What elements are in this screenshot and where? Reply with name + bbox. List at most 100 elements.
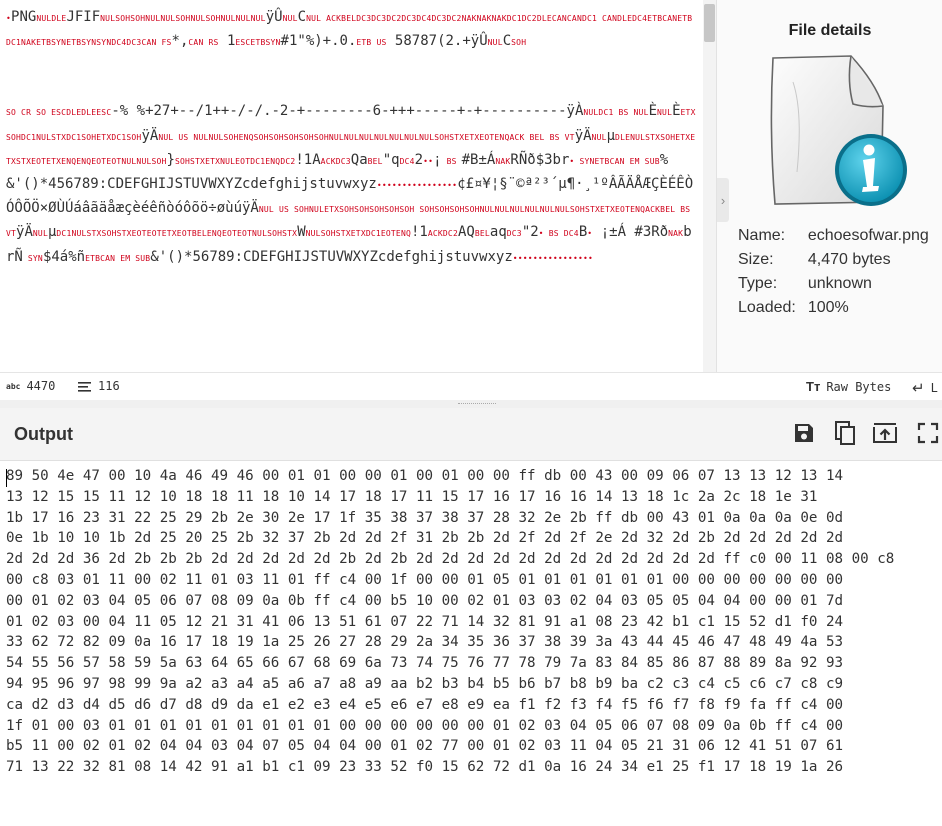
- detail-row-size: Size: 4,470 bytes: [738, 249, 941, 273]
- control-char-symbol: NUL: [282, 14, 298, 23]
- control-char-symbol: • BS DC4: [538, 229, 579, 239]
- control-char-symbol: NUL US SOHNULETXSOHSOHSOHSOHSOH SOHSOHSO…: [258, 205, 691, 215]
- control-char-symbol: BEL: [367, 156, 383, 166]
- input-text-segment: "q: [382, 151, 400, 168]
- input-text-segment: 2: [414, 151, 424, 168]
- control-char-symbol: NULSOHSTXETXDC1EOTENQ: [305, 229, 411, 239]
- input-pane[interactable]: •PNGNULDLEJFIFNULSOHSOHNULNULSOHNULSOHNU…: [0, 0, 716, 372]
- input-text-segment: PNG: [11, 9, 37, 25]
- input-text-segment: ÿÛ: [265, 9, 283, 25]
- control-char-symbol: NUL: [487, 38, 503, 48]
- output-hex-text[interactable]: 89 50 4e 47 00 10 4a 46 49 46 00 01 01 0…: [6, 466, 936, 778]
- input-length-value: 4470: [26, 379, 56, 393]
- control-char-symbol: SYN: [22, 253, 43, 263]
- detail-row-type: Type: unknown: [738, 273, 941, 297]
- input-text-segment: È: [672, 103, 681, 120]
- move-to-input-icon: [873, 423, 897, 443]
- collapse-details-button[interactable]: ›: [717, 178, 729, 222]
- input-text-segment: #1"%)+.0.: [280, 33, 357, 50]
- input-text-segment: Qa: [350, 151, 368, 168]
- copy-output-button[interactable]: [830, 418, 860, 448]
- text-format-icon: Tт: [806, 379, 821, 394]
- input-text-segment: !1A: [295, 151, 321, 168]
- control-char-symbol: ••: [423, 156, 434, 166]
- raw-bytes-label: Raw Bytes: [826, 379, 892, 394]
- control-char-symbol: NULDLE: [36, 14, 67, 23]
- eol-selector[interactable]: ↵ L: [912, 379, 938, 397]
- input-text-segment: }: [166, 151, 175, 168]
- return-arrow-icon: ↵: [912, 380, 925, 397]
- output-hex-line: 71 13 22 32 81 08 14 42 91 a1 b1 c1 09 2…: [6, 759, 844, 776]
- control-char-symbol: BEL: [474, 229, 490, 239]
- output-text-area[interactable]: 89 50 4e 47 00 10 4a 46 49 46 00 01 01 0…: [0, 461, 942, 826]
- input-text-segment: ÿÄ: [141, 127, 159, 144]
- input-text-segment: ÿÄ: [16, 224, 33, 241]
- detail-value: 4,470 bytes: [807, 251, 891, 268]
- input-status-bar: abc 4470 116 Tт Raw Bytes ↵ L: [0, 372, 942, 401]
- input-text-segment: !1: [411, 224, 428, 241]
- output-hex-line: b5 11 00 02 01 02 04 04 03 04 07 05 04 0…: [6, 738, 844, 755]
- detail-label: Loaded:: [738, 299, 796, 316]
- file-details-title: File details: [788, 22, 872, 39]
- control-char-symbol: NUL: [32, 229, 48, 239]
- control-char-symbol: NULSOHSOHNULNULSOHNULSOHNULNULNUL: [100, 14, 266, 23]
- control-char-symbol: ESCETBSYN: [235, 38, 281, 48]
- input-text-segment: W: [297, 224, 306, 241]
- input-text-segment: $4á%ñ: [42, 248, 86, 265]
- replace-input-button[interactable]: [870, 418, 900, 448]
- output-hex-line: 94 95 96 97 98 99 9a a2 a3 a4 a5 a6 a7 a…: [6, 675, 844, 692]
- input-text-segment: C: [502, 33, 512, 50]
- output-hex-line: ca d2 d3 d4 d5 d6 d7 d8 d9 da e1 e2 e3 e…: [6, 696, 844, 713]
- abc-icon: abc: [6, 381, 21, 391]
- output-hex-line: 89 50 4e 47 00 10 4a 46 49 46 00 01 01 0…: [6, 468, 844, 484]
- control-char-symbol: ETBCAN EM SUB: [85, 253, 151, 263]
- maximise-output-button[interactable]: [913, 418, 942, 448]
- input-text-segment: *,: [171, 33, 189, 50]
- detail-value: echoesofwar.png: [807, 227, 929, 244]
- input-text-segment: È: [648, 103, 658, 120]
- input-scrollbar-track[interactable]: [703, 0, 716, 372]
- output-hex-line: 2d 2d 2d 36 2d 2b 2b 2b 2d 2d 2d 2d 2d 2…: [6, 551, 895, 568]
- file-details-panel: › File details Name: echoesofwar.png Siz…: [716, 0, 942, 372]
- output-hex-line: 1b 17 16 23 31 22 25 29 2b 2e 30 2e 17 1…: [6, 509, 844, 526]
- control-char-symbol: SYNETBCAN EM SUB: [574, 156, 660, 166]
- fullscreen-icon: [917, 422, 939, 444]
- input-text-segment: RÑð$3br: [510, 151, 570, 168]
- input-scrollbar-thumb[interactable]: [704, 4, 715, 42]
- input-text-segment: -% %+27+--/1++-/-/.-2-+--------6-+++----…: [111, 103, 584, 120]
- output-hex-line: 01 02 03 00 04 11 05 12 21 31 41 06 13 5…: [6, 613, 844, 630]
- raw-bytes-toggle[interactable]: Tт Raw Bytes: [806, 379, 891, 394]
- control-char-symbol: NAK: [668, 229, 684, 239]
- output-header: Output: [0, 408, 942, 461]
- input-text-segment: JFIF: [66, 9, 101, 25]
- control-char-symbol: VT: [6, 229, 17, 239]
- output-title: Output: [14, 424, 73, 444]
- detail-row-loaded: Loaded: 100%: [738, 297, 941, 321]
- control-char-symbol: NULDC1 BS NUL: [583, 108, 649, 118]
- pane-resize-divider[interactable]: [0, 400, 942, 408]
- control-char-symbol: SOHSTXETXNULEOTDC1ENQDC2: [174, 156, 296, 166]
- save-output-button[interactable]: [789, 418, 819, 448]
- copy-icon: [835, 421, 855, 445]
- detail-value: unknown: [807, 275, 872, 292]
- control-char-symbol: VT: [559, 132, 575, 142]
- detail-label: Size:: [738, 251, 774, 268]
- control-char-symbol: ACKDC3: [320, 156, 351, 166]
- output-hex-line: 13 12 15 15 11 12 10 18 18 11 18 10 14 1…: [6, 488, 818, 505]
- input-lines-stat: 116: [78, 379, 120, 393]
- control-char-symbol: SO CR SO ESCDLEDLEESC: [6, 108, 112, 118]
- control-char-symbol: DC1NULSTXSOHSTXEOTEOTETXEOTBELENQEOTEOTN…: [56, 229, 298, 239]
- divider-grip[interactable]: [458, 403, 496, 406]
- input-text-segment: &'()*56789:CDEFGHIJSTUVWXYZcdefghijstuvw…: [150, 248, 513, 265]
- control-char-symbol: ETB US: [356, 38, 387, 48]
- control-char-symbol: NAK: [495, 156, 511, 166]
- file-info-icon: [770, 55, 907, 206]
- eol-label: L: [930, 381, 938, 395]
- input-text-area[interactable]: •PNGNULDLEJFIFNULSOHSOHNULNULSOHNULSOHNU…: [6, 6, 696, 270]
- detail-label: Name:: [738, 227, 786, 244]
- input-text-segment: AQ: [457, 224, 475, 241]
- input-text-segment: C: [297, 9, 307, 25]
- control-char-symbol: NUL: [591, 132, 607, 142]
- output-hex-line: 0e 1b 10 10 1b 2d 25 20 25 2b 32 37 2b 2…: [6, 530, 844, 547]
- output-hex-line: 00 01 02 03 04 05 06 07 08 09 0a 0b ff c…: [6, 592, 844, 609]
